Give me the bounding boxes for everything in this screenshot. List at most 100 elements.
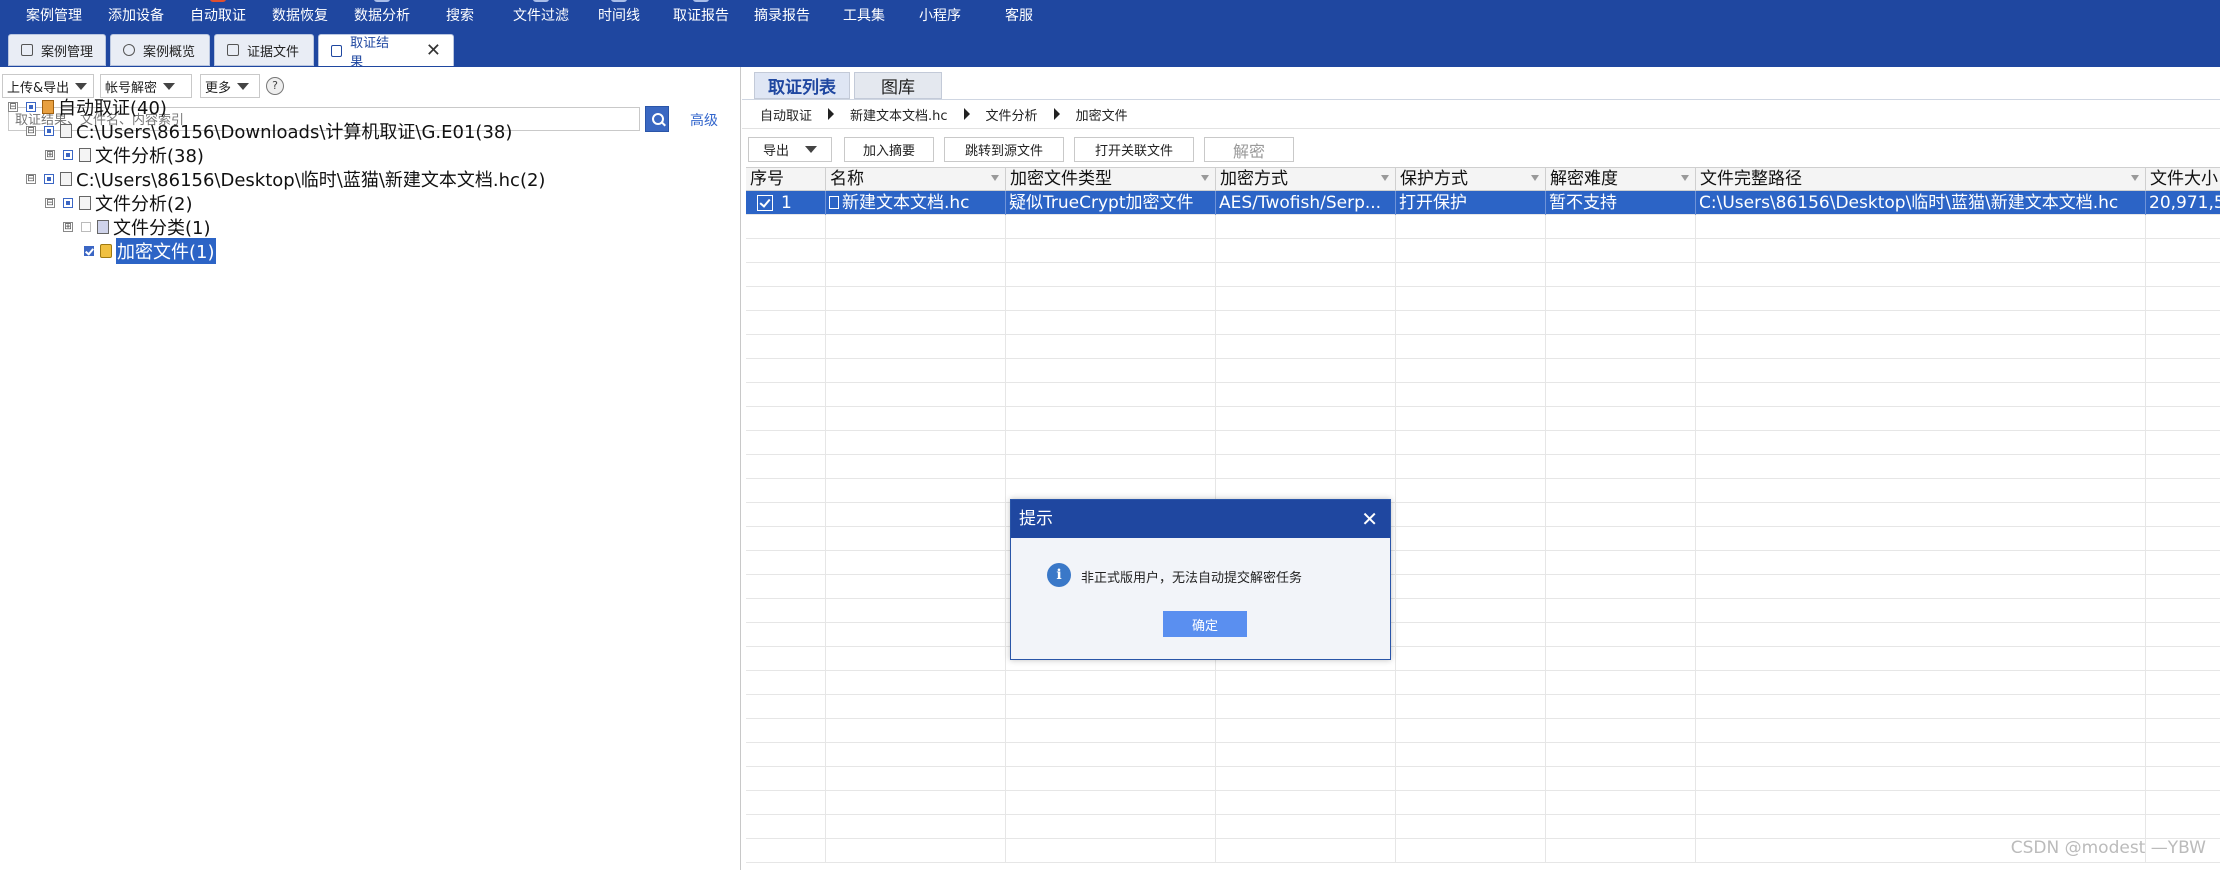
column-header-protection[interactable]: 保护方式 — [1396, 168, 1546, 191]
toolbar-mini-program[interactable]: 小程序 — [919, 0, 961, 31]
dropdown-label: 更多 — [205, 80, 232, 96]
tree-checkbox[interactable] — [84, 246, 94, 256]
cell-difficulty: 暂不支持 — [1546, 191, 1696, 215]
empty-cell — [1006, 311, 1216, 335]
tree-checkbox[interactable] — [63, 198, 73, 208]
tree-checkbox[interactable] — [44, 174, 54, 184]
expand-icon[interactable]: ⊞ — [45, 150, 55, 160]
tab-gallery[interactable]: 图库 — [854, 72, 942, 99]
filter-icon[interactable] — [2131, 175, 2139, 181]
toolbar-data-analysis[interactable]: 数据分析 — [354, 0, 410, 31]
collapse-icon[interactable]: ⊟ — [26, 174, 36, 184]
empty-cell — [1006, 239, 1216, 263]
export-dropdown[interactable]: 导出 — [748, 137, 832, 162]
filter-icon[interactable] — [1201, 175, 1209, 181]
toolbar-label: 案例管理 — [26, 8, 82, 24]
filter-icon[interactable] — [1381, 175, 1389, 181]
tree-node-label: 文件分析(38) — [95, 146, 204, 167]
ok-button[interactable]: 确定 — [1163, 611, 1247, 637]
filter-icon[interactable] — [991, 175, 999, 181]
tab-evidence-files[interactable]: 证据文件 — [214, 34, 314, 66]
tree-checkbox[interactable] — [44, 126, 54, 136]
advanced-search-link[interactable]: 高级 — [690, 110, 718, 130]
tree-node-downloads-image[interactable]: ⊟ C:\Users\86156\Downloads\计算机取证\G.E01(3… — [26, 120, 512, 143]
empty-cell — [746, 263, 826, 287]
jump-to-source-button[interactable]: 跳转到源文件 — [944, 137, 1064, 162]
empty-cell — [1396, 623, 1546, 647]
column-header-index[interactable]: 序号 — [746, 168, 826, 191]
breadcrumb-item[interactable]: 文件分析 — [986, 105, 1038, 124]
tree-checkbox[interactable] — [26, 102, 36, 112]
tab-case-management[interactable]: 案例管理 — [8, 34, 106, 66]
expand-icon[interactable]: ⊞ — [63, 222, 73, 232]
column-header-encryption-type[interactable]: 加密文件类型 — [1006, 168, 1216, 191]
toolbar-search[interactable]: 搜索 — [446, 0, 474, 31]
toolbar-data-recovery[interactable]: 数据恢复 — [272, 0, 328, 31]
toolbar-timeline[interactable]: 时间线 — [598, 0, 640, 31]
toolbar-toolset[interactable]: 工具集 — [843, 0, 885, 31]
empty-table-row — [746, 503, 2220, 527]
column-header-encryption-method[interactable]: 加密方式 — [1216, 168, 1396, 191]
empty-cell — [2146, 575, 2220, 599]
open-related-file-button[interactable]: 打开关联文件 — [1074, 137, 1194, 162]
collapse-icon[interactable]: ⊟ — [8, 102, 18, 112]
toolbar-case-management[interactable]: 案例管理 — [26, 0, 82, 31]
empty-table-row — [746, 743, 2220, 767]
toolbar-support[interactable]: 客服 — [1005, 0, 1033, 31]
tree-node-encrypted-files[interactable]: 加密文件(1) — [84, 238, 216, 264]
empty-cell — [1696, 791, 2146, 815]
filter-icon[interactable] — [1531, 175, 1539, 181]
breadcrumb-item[interactable]: 新建文本文档.hc — [850, 105, 948, 124]
row-checkbox[interactable] — [757, 195, 773, 211]
decrypt-button[interactable]: 解密 — [1204, 137, 1294, 162]
empty-cell — [1396, 503, 1546, 527]
tree-node-auto-forensics[interactable]: ⊟ 自动取证(40) — [8, 96, 167, 119]
tree-node-file-analysis-2[interactable]: ⊟ 文件分析(2) — [45, 192, 193, 215]
close-tab-icon[interactable]: ✕ — [426, 40, 441, 61]
tree-checkbox[interactable] — [63, 150, 73, 160]
breadcrumb-item[interactable]: 加密文件 — [1076, 105, 1128, 124]
column-header-file-size[interactable]: 文件大小 — [2146, 168, 2220, 191]
tree-checkbox[interactable] — [81, 222, 91, 232]
empty-cell — [746, 359, 826, 383]
empty-cell — [746, 239, 826, 263]
empty-table-row — [746, 719, 2220, 743]
collapse-icon[interactable]: ⊟ — [45, 198, 55, 208]
empty-cell — [1216, 695, 1396, 719]
empty-cell — [826, 767, 1006, 791]
column-header-name[interactable]: 名称 — [826, 168, 1006, 191]
empty-cell — [2146, 383, 2220, 407]
empty-cell — [1696, 359, 2146, 383]
tab-forensic-results[interactable]: 取证结果 ✕ — [318, 34, 454, 70]
column-header-difficulty[interactable]: 解密难度 — [1546, 168, 1696, 191]
empty-table-row — [746, 287, 2220, 311]
table-row[interactable]: 1 新建文本文档.hc 疑似TrueCrypt加密文件 AES/Twofish/… — [746, 191, 2220, 215]
empty-cell — [1696, 431, 2146, 455]
add-summary-button[interactable]: 加入摘要 — [844, 137, 934, 162]
empty-cell — [2146, 215, 2220, 239]
toolbar-auto-forensics[interactable]: 自动取证 — [190, 0, 246, 31]
tree-node-file-category[interactable]: ⊞ 文件分类(1) — [63, 216, 211, 239]
empty-cell — [1006, 815, 1216, 839]
empty-cell — [1396, 695, 1546, 719]
tab-case-overview[interactable]: 案例概览 — [110, 34, 210, 66]
help-icon[interactable]: ? — [266, 77, 284, 95]
empty-cell — [2146, 551, 2220, 575]
empty-cell — [1546, 551, 1696, 575]
empty-cell — [1546, 695, 1696, 719]
filter-icon[interactable] — [1681, 175, 1689, 181]
toolbar-file-filter[interactable]: 文件过滤 — [513, 0, 569, 31]
toolbar-excerpt-report[interactable]: 摘录报告 — [754, 0, 810, 31]
overview-icon — [123, 44, 135, 56]
breadcrumb-item[interactable]: 自动取证 — [760, 105, 812, 124]
more-dropdown[interactable]: 更多 — [200, 74, 260, 98]
column-header-full-path[interactable]: 文件完整路径 — [1696, 168, 2146, 191]
tree-node-file-analysis-38[interactable]: ⊞ 文件分析(38) — [45, 144, 204, 167]
collapse-icon[interactable]: ⊟ — [26, 126, 36, 136]
tab-forensic-list[interactable]: 取证列表 — [754, 72, 850, 99]
toolbar-add-device[interactable]: 添加设备 — [108, 0, 164, 31]
search-button[interactable] — [645, 106, 669, 132]
toolbar-forensic-report[interactable]: 取证报告 — [673, 0, 729, 31]
close-icon[interactable]: ✕ — [1361, 500, 1378, 538]
tree-node-desktop-hc-file[interactable]: ⊟ C:\Users\86156\Desktop\临时\蓝猫\新建文本文档.hc… — [26, 168, 545, 191]
